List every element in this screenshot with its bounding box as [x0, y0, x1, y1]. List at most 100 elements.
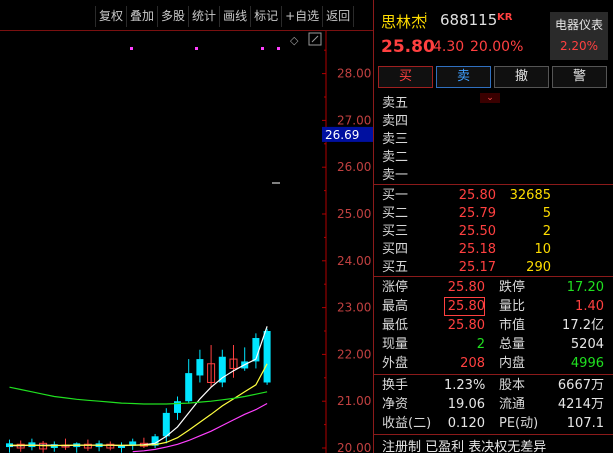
limit-up-value: 25.80 — [447, 280, 485, 295]
ask-row[interactable]: 卖五 — [374, 94, 613, 113]
event-marker — [261, 47, 264, 50]
market-cap-value: 17.2亿 — [562, 318, 604, 333]
kline-plot[interactable]: ◇ 28.00 27.00 26.00 25.00 24.00 23.00 22.00 21.0… — [0, 0, 373, 453]
total-volume-value: 5204 — [570, 337, 604, 352]
event-marker — [195, 47, 198, 50]
turnover-label: 换手 — [382, 378, 409, 393]
price-change-percent: 20.00% — [470, 39, 524, 55]
bid-row[interactable]: 买一 25.80 32685 — [374, 186, 613, 205]
cancel-order-button[interactable]: 撤 — [494, 66, 549, 88]
y-tick-label: 26.00 — [337, 160, 371, 174]
current-volume-value: 2 — [476, 337, 485, 352]
high-label: 最高 — [382, 299, 409, 314]
stat-row: 最低 25.80 市值 17.2亿 — [374, 316, 613, 335]
alert-button[interactable]: 警 — [552, 66, 607, 88]
sector-change-percent: 2.20% — [559, 39, 599, 53]
candle-body-up — [263, 331, 271, 383]
bid-row[interactable]: 买五 25.17 290 — [374, 258, 613, 277]
low-value: 25.80 — [447, 318, 485, 333]
net-assets-label: 净资 — [382, 397, 409, 412]
sector-box[interactable]: 电器仪表 2.20% — [550, 12, 608, 60]
y-tick-label: 25.00 — [337, 207, 371, 221]
y-tick-label: 23.00 — [337, 301, 371, 315]
sell-button[interactable]: 卖 — [436, 66, 491, 88]
orderbook-divider — [374, 184, 613, 185]
net-assets-value: 19.06 — [447, 397, 485, 412]
bid-price: 25.80 — [458, 188, 496, 203]
y-tick-label: 24.00 — [337, 254, 371, 268]
stat-row: 最高 25.80 量比 1.40 — [374, 297, 613, 316]
share-capital-value: 6667万 — [557, 378, 604, 393]
bid-row[interactable]: 买二 25.79 5 — [374, 204, 613, 223]
eps-label: 收益(二) — [382, 416, 432, 431]
market-cap-label: 市值 — [499, 318, 526, 333]
candle-body-up — [218, 356, 226, 383]
limit-down-label: 跌停 — [499, 280, 526, 295]
candle-body-up — [185, 373, 193, 402]
fundamental-row: 换手 1.23% 股本 6667万 — [374, 376, 613, 395]
volume-ratio-value: 1.40 — [575, 299, 604, 314]
stock-name[interactable]: 思林杰 — [381, 11, 426, 32]
stats-divider — [374, 374, 613, 375]
total-volume-label: 总量 — [499, 337, 526, 352]
current-price: 25.80 — [381, 37, 435, 57]
volume-ratio-label: 量比 — [499, 299, 526, 314]
float-shares-label: 流通 — [499, 397, 526, 412]
stat-row: 现量 2 总量 5204 — [374, 335, 613, 354]
share-capital-label: 股本 — [499, 378, 526, 393]
buy-button[interactable]: 买 — [378, 66, 433, 88]
bid-label: 买一 — [382, 188, 409, 203]
ask-row[interactable]: 卖三 — [374, 130, 613, 149]
ask-label: 卖一 — [382, 168, 409, 183]
stock-code: 688115 — [440, 11, 498, 29]
y-tick-label: 20.00 — [337, 441, 371, 453]
ask-row[interactable]: 卖一 — [374, 166, 613, 185]
diamond-marker-icon: ◇ — [290, 34, 299, 47]
info-mark-icon[interactable]: i — [424, 11, 427, 25]
candle-body-up — [196, 359, 204, 376]
y-tick-label: 27.00 — [337, 113, 371, 127]
price-change: 4.30 — [433, 39, 465, 55]
fundamentals-divider — [374, 434, 613, 435]
outer-volume-label: 外盘 — [382, 356, 409, 371]
high-value: 25.80 — [444, 297, 485, 316]
bid-volume: 290 — [526, 260, 551, 275]
ask-label: 卖二 — [382, 150, 409, 165]
chart-window-icon-slash — [311, 35, 319, 43]
ask-row[interactable]: 卖二 — [374, 148, 613, 167]
orderbook-bottom-divider — [374, 276, 613, 277]
moving-average-ma10 — [9, 363, 268, 447]
stock-kr-badge: KR — [497, 12, 513, 23]
ask-label: 卖五 — [382, 96, 409, 111]
trade-buttons: 买 卖 撤 警 — [378, 66, 611, 88]
eps-value: 0.120 — [447, 416, 485, 431]
kline-chart[interactable]: 复权 叠加 多股 统计 画线 标记 +自选 返回 ◇ 28.00 27.00 26.0… — [0, 0, 373, 453]
event-marker — [277, 47, 280, 50]
bid-row[interactable]: 买三 25.50 2 — [374, 222, 613, 241]
outer-volume-value: 208 — [460, 356, 485, 371]
bid-volume: 10 — [534, 242, 551, 257]
ask-label: 卖三 — [382, 132, 409, 147]
stat-row: 外盘 208 内盘 4996 — [374, 354, 613, 373]
bid-label: 买五 — [382, 260, 409, 275]
bid-row[interactable]: 买四 25.18 10 — [374, 240, 613, 259]
inner-volume-value: 4996 — [570, 356, 604, 371]
inner-volume-label: 内盘 — [499, 356, 526, 371]
ask-label: 卖四 — [382, 114, 409, 129]
pe-value: 107.1 — [566, 416, 604, 431]
y-tick-label: 22.00 — [337, 347, 371, 361]
float-shares-value: 4214万 — [557, 397, 604, 412]
y-tick-label: 28.00 — [337, 67, 371, 81]
limit-down-value: 17.20 — [566, 280, 604, 295]
listing-tags[interactable]: 注册制 已盈利 表决权无差异 — [382, 436, 546, 453]
bid-volume: 2 — [542, 224, 551, 239]
bid-price: 25.50 — [458, 224, 496, 239]
bid-label: 买二 — [382, 206, 409, 221]
fundamental-row: 净资 19.06 流通 4214万 — [374, 395, 613, 414]
pe-label: PE(动) — [499, 416, 539, 431]
bid-volume: 32685 — [509, 188, 551, 203]
stat-row: 涨停 25.80 跌停 17.20 — [374, 278, 613, 297]
ask-row[interactable]: 卖四 — [374, 112, 613, 131]
bid-price: 25.17 — [458, 260, 496, 275]
bid-price: 25.18 — [458, 242, 496, 257]
